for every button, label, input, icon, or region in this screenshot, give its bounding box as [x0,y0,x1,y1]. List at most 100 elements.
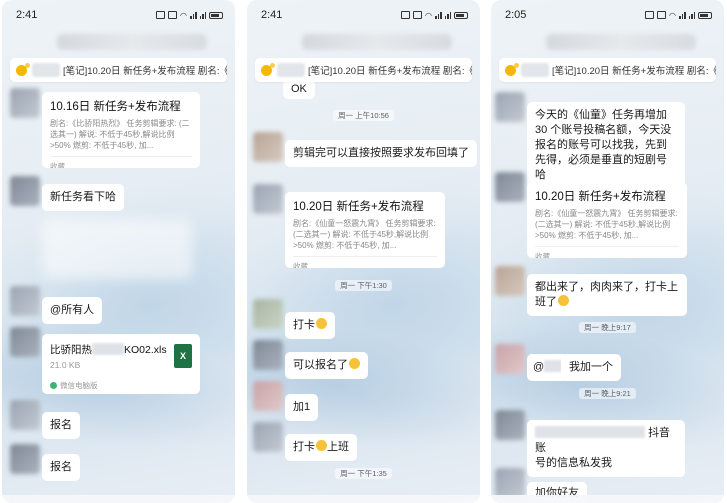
pinned-note-icon [505,62,519,76]
chat-title-redacted [546,34,696,50]
avatar[interactable] [10,327,40,357]
avatar[interactable] [10,176,40,206]
phone-screen-3: 2:05 ◠ [笔记]10.20日 新任务+发布流程 剧名:《... 今天的《仙… [491,0,724,503]
message-bubble[interactable]: 抖音账 号的信息私发我 [527,420,685,477]
timestamp: 周一 下午1:30 [247,280,480,291]
emoji-icon [316,440,327,451]
avatar[interactable] [253,299,283,329]
signal-icon [199,11,206,19]
file-name: 比骄阳热 KO02.xls [50,343,167,356]
status-icons: ◠ [401,11,468,20]
pinned-note-icon [16,62,30,76]
notification-icon [413,11,423,19]
card-title: 10.16日 新任务+发布流程 [50,101,181,113]
timestamp: 周一 晚上9:21 [491,388,724,399]
avatar[interactable] [10,444,40,474]
timestamp: 周一 晚上9:17 [491,322,724,333]
card-description: 剧名:《仙童一怒震九霄》 任务剪辑要求: (二选其一) 解说: 不低于45秒,解… [293,219,436,250]
status-bar: 2:41 ◠ [247,0,480,30]
avatar[interactable] [10,286,40,316]
message-bubble[interactable]: OK [283,80,315,99]
pinned-note-icon [261,62,275,76]
notification-icon [168,11,178,19]
card-description: 剧名:《仙童一怒震九霄》 任务剪辑要求: (二选其一) 解说: 不低于45秒,解… [535,209,678,240]
message-bubble[interactable]: 我加一个 [561,354,621,381]
status-time: 2:41 [261,9,283,21]
phone-screen-2: 2:41 ◠ [笔记]10.20日 新任务+发布流程 剧名:《... OK 周一… [247,0,480,503]
battery-icon [454,11,468,19]
battery-icon [209,11,223,19]
input-bar[interactable] [2,495,235,503]
card-footer: 收藏 [50,156,192,168]
message-bubble[interactable]: 打卡 上班 [285,434,357,461]
avatar[interactable] [495,266,525,296]
notification-icon [657,11,667,19]
avatar[interactable] [495,344,525,374]
avatar[interactable] [495,410,525,440]
avatar[interactable] [10,400,40,430]
card-footer: 收藏 [293,256,437,268]
timestamp: 周一 下午1:35 [247,468,480,479]
card-title: 10.20日 新任务+发布流程 [293,201,424,213]
wifi-icon: ◠ [425,10,432,20]
redacted-block [277,63,305,77]
pinned-message-bar[interactable]: [笔记]10.20日 新任务+发布流程 剧名:《... [255,58,472,82]
message-bubble[interactable]: 加1 [285,394,319,421]
signal-icon [688,11,695,19]
message-bubble[interactable]: 新任务看下哈 [42,184,124,211]
shared-note-card[interactable]: 10.20日 新任务+发布流程 剧名:《仙童一怒震九霄》 任务剪辑要求: (二选… [285,192,445,268]
signal-icon [435,11,442,19]
signal-icon [679,11,686,19]
message-bubble[interactable]: 可以报名了 [285,352,368,379]
pinned-message-bar[interactable]: [笔记]10.20日 新任务+发布流程 剧名:《... [10,58,227,82]
file-size: 21.0 KB [50,360,81,370]
input-bar[interactable] [491,495,724,503]
input-bar[interactable] [247,495,480,503]
status-time: 2:05 [505,9,527,21]
status-icons: ◠ [156,11,223,20]
status-bar: 2:05 ◠ [491,0,724,30]
avatar[interactable] [253,381,283,411]
status-bar: 2:41 ◠ [2,0,235,30]
shared-note-card[interactable]: 10.16日 新任务+发布流程 剧名:《比骄阳热烈》 任务剪辑要求: (二选其一… [42,92,200,168]
signal-icon [444,11,451,19]
wifi-icon: ◠ [669,10,676,20]
avatar[interactable] [495,172,525,202]
emoji-icon [349,358,360,369]
message-bubble[interactable]: 报名 [42,412,80,439]
message-bubble[interactable]: 报名 [42,454,80,481]
status-time: 2:41 [16,9,38,21]
pinned-text: [笔记]10.20日 新任务+发布流程 剧名:《... [552,66,716,77]
card-title: 10.20日 新任务+发布流程 [535,191,666,203]
shared-note-card[interactable]: 10.20日 新任务+发布流程 剧名:《仙童一怒震九霄》 任务剪辑要求: (二选… [527,182,687,258]
file-source: 微信电脑版 [50,380,192,391]
message-bubble[interactable]: 都出来了，肉肉来了，打卡上班了 [527,274,687,316]
avatar[interactable] [253,184,283,214]
timestamp: 周一 上午10:56 [247,110,480,121]
card-footer: 收藏 [535,246,679,258]
file-card[interactable]: 比骄阳热 KO02.xls 21.0 KB 微信电脑版 X [42,334,200,394]
notification-icon [156,11,166,19]
redacted-block [32,63,60,77]
signal-icon [190,11,197,19]
pinned-message-bar[interactable]: [笔记]10.20日 新任务+发布流程 剧名:《... [499,58,716,82]
avatar[interactable] [253,422,283,452]
pinned-text: [笔记]10.20日 新任务+发布流程 剧名:《... [308,66,472,77]
chat-area: 今天的《仙童》任务再增加 30 个账号投稿名额，今天没报名的账号可以找我，先到先… [491,84,724,503]
redacted-block [42,219,192,279]
pinned-text: [笔记]10.20日 新任务+发布流程 剧名:《... [63,66,227,77]
emoji-icon [316,318,327,329]
wifi-icon: ◠ [180,10,187,20]
phone-screen-1: 2:41 ◠ [笔记]10.20日 新任务+发布流程 剧名:《... 10.16… [2,0,235,503]
avatar[interactable] [10,88,40,118]
battery-icon [698,11,712,19]
avatar[interactable] [253,132,283,162]
message-bubble[interactable]: 打卡 [285,312,335,339]
message-bubble[interactable]: @所有人 [42,297,103,324]
message-bubble[interactable]: 今天的《仙童》任务再增加 30 个账号投稿名额，今天没报名的账号可以找我，先到先… [527,102,685,189]
avatar[interactable] [495,468,525,498]
avatar[interactable] [253,340,283,370]
message-bubble[interactable]: 剪辑完可以直接按照要求发布回填了 [285,140,477,167]
avatar[interactable] [495,92,525,122]
chat-area: 10.16日 新任务+发布流程 剧名:《比骄阳热烈》 任务剪辑要求: (二选其一… [2,84,235,503]
